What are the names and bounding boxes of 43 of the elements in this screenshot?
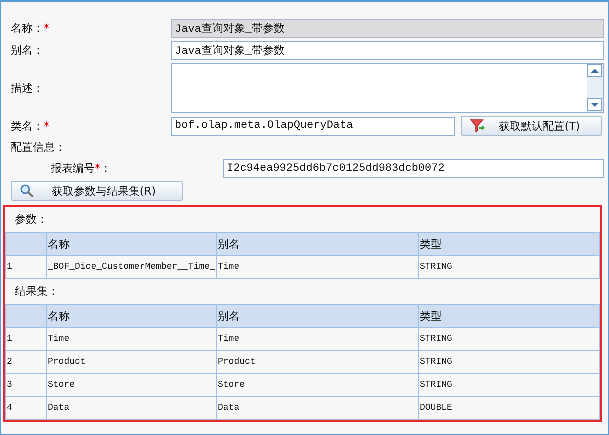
field-label: 描述： <box>10 80 45 96</box>
column-header: 名称 <box>46 232 216 256</box>
table-cell: STRING <box>418 374 600 396</box>
column-header: 别名 <box>216 304 418 328</box>
table-cell: STRING <box>418 256 600 278</box>
scrollbar[interactable] <box>587 64 603 112</box>
row-number: 2 <box>6 350 46 374</box>
table-cell: Time <box>46 328 216 350</box>
table-cell: Time <box>216 256 418 278</box>
scroll-down-icon[interactable] <box>587 98 603 112</box>
funnel-icon <box>470 119 486 133</box>
table-cell: STRING <box>418 350 600 374</box>
fetch-parameters-button[interactable]: 获取参数与结果集(R) <box>11 181 183 201</box>
field-label: 报表编号*： <box>50 161 112 176</box>
row-number: 1 <box>6 256 46 278</box>
field-label: 名称：* <box>10 21 50 36</box>
text-field[interactable]: I2c94ea9925dd6b7c0125dd983dcb0072 <box>223 159 604 178</box>
table-cell: Product <box>216 350 418 374</box>
text-field[interactable]: Java查询对象_带参数 <box>171 41 604 60</box>
search-icon <box>20 184 34 198</box>
column-header: 别名 <box>216 232 418 256</box>
table-cell: _BOF_Dice_CustomerMember__Time_ <box>46 256 216 278</box>
table-cell: Data <box>46 396 216 420</box>
default-config-button[interactable]: 获取默认配置(T) <box>461 116 602 136</box>
table-cell: Data <box>216 396 418 420</box>
table-cell: Store <box>46 374 216 396</box>
text-field[interactable]: bof.olap.meta.OlapQueryData <box>171 116 455 136</box>
column-header: 名称 <box>46 304 216 328</box>
column-header: 类型 <box>418 232 600 256</box>
section-title: 配置信息： <box>10 140 67 155</box>
field-label: 别名： <box>10 43 45 58</box>
table-cell: STRING <box>418 328 600 350</box>
row-number: 4 <box>6 396 46 420</box>
row-number: 3 <box>6 374 46 396</box>
column-header: 类型 <box>418 304 600 328</box>
row-number: 1 <box>6 328 46 350</box>
scroll-up-icon[interactable] <box>587 64 603 78</box>
table-cell: Product <box>46 350 216 374</box>
table-cell: Time <box>216 328 418 350</box>
table-cell: DOUBLE <box>418 396 600 420</box>
description-field[interactable] <box>171 63 604 113</box>
field-label: 类名：* <box>10 118 50 134</box>
table-cell: Store <box>216 374 418 396</box>
